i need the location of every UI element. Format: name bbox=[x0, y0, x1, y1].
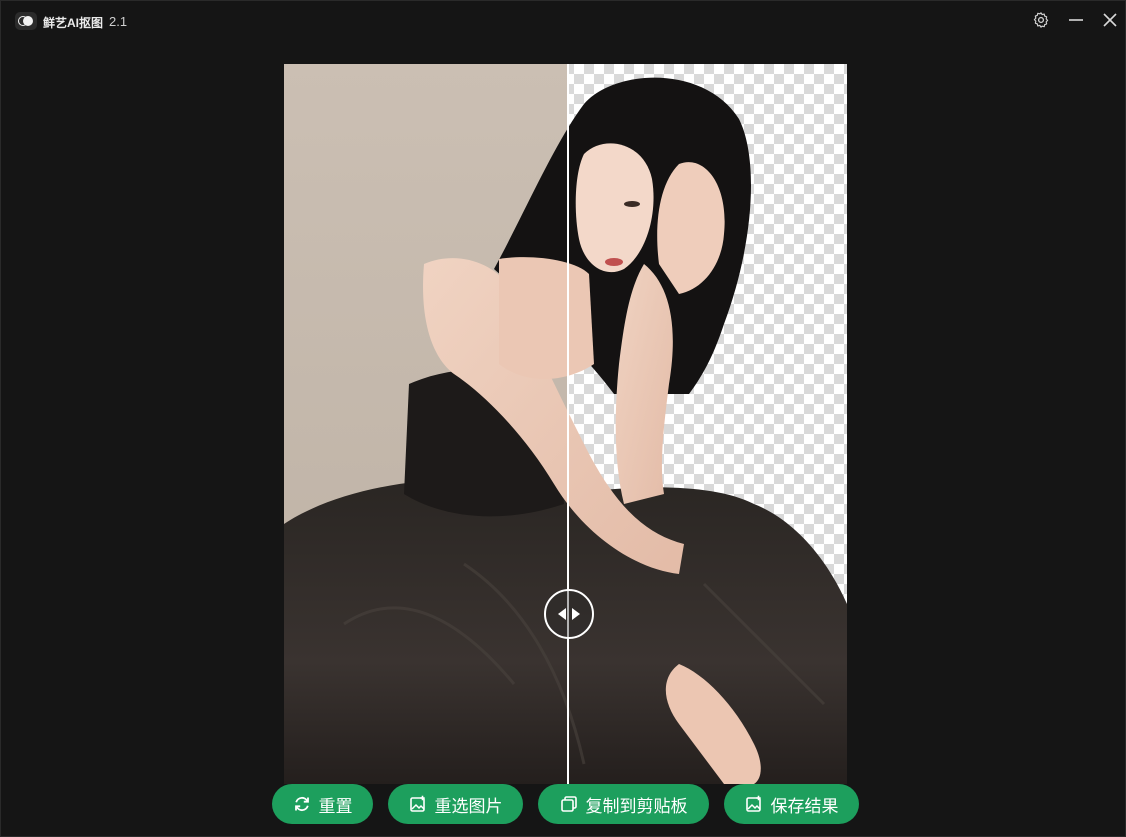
photo-canvas bbox=[284, 64, 847, 784]
minimize-button[interactable] bbox=[1065, 9, 1087, 31]
app-logo-icon bbox=[15, 12, 37, 30]
save-result-button[interactable]: 保存结果 bbox=[724, 784, 859, 824]
gear-icon bbox=[1033, 12, 1049, 28]
settings-button[interactable] bbox=[1030, 9, 1052, 31]
reset-label: 重置 bbox=[318, 796, 353, 816]
copy-label: 复制到剪贴板 bbox=[585, 796, 688, 816]
reset-button[interactable]: 重置 bbox=[272, 784, 373, 824]
reselect-image-button[interactable]: 重选图片 bbox=[388, 784, 523, 824]
app-title: 鲜艺AI抠图 bbox=[43, 16, 104, 30]
compare-divider-line[interactable] bbox=[567, 64, 569, 784]
save-label: 保存结果 bbox=[770, 796, 839, 816]
app-window: 鲜艺AI抠图 2.1 重置 重选图片 复制到剪贴板 保存结果 bbox=[0, 0, 1126, 837]
reselect-label: 重选图片 bbox=[434, 796, 503, 816]
close-button[interactable] bbox=[1099, 9, 1121, 31]
image-compare-viewer[interactable] bbox=[284, 64, 847, 784]
minimize-icon bbox=[1069, 19, 1083, 21]
left-arrow-icon bbox=[558, 608, 566, 620]
refresh-icon bbox=[293, 795, 311, 813]
image-save-icon bbox=[745, 795, 763, 813]
close-icon bbox=[1103, 13, 1117, 27]
copy-icon bbox=[560, 795, 578, 813]
compare-slider-handle[interactable] bbox=[544, 589, 594, 639]
copy-to-clipboard-button[interactable]: 复制到剪贴板 bbox=[538, 784, 709, 824]
right-arrow-icon bbox=[572, 608, 580, 620]
image-add-icon bbox=[409, 795, 427, 813]
title-bar[interactable]: 鲜艺AI抠图 2.1 bbox=[1, 1, 1125, 39]
app-version: 2.1 bbox=[109, 14, 128, 29]
